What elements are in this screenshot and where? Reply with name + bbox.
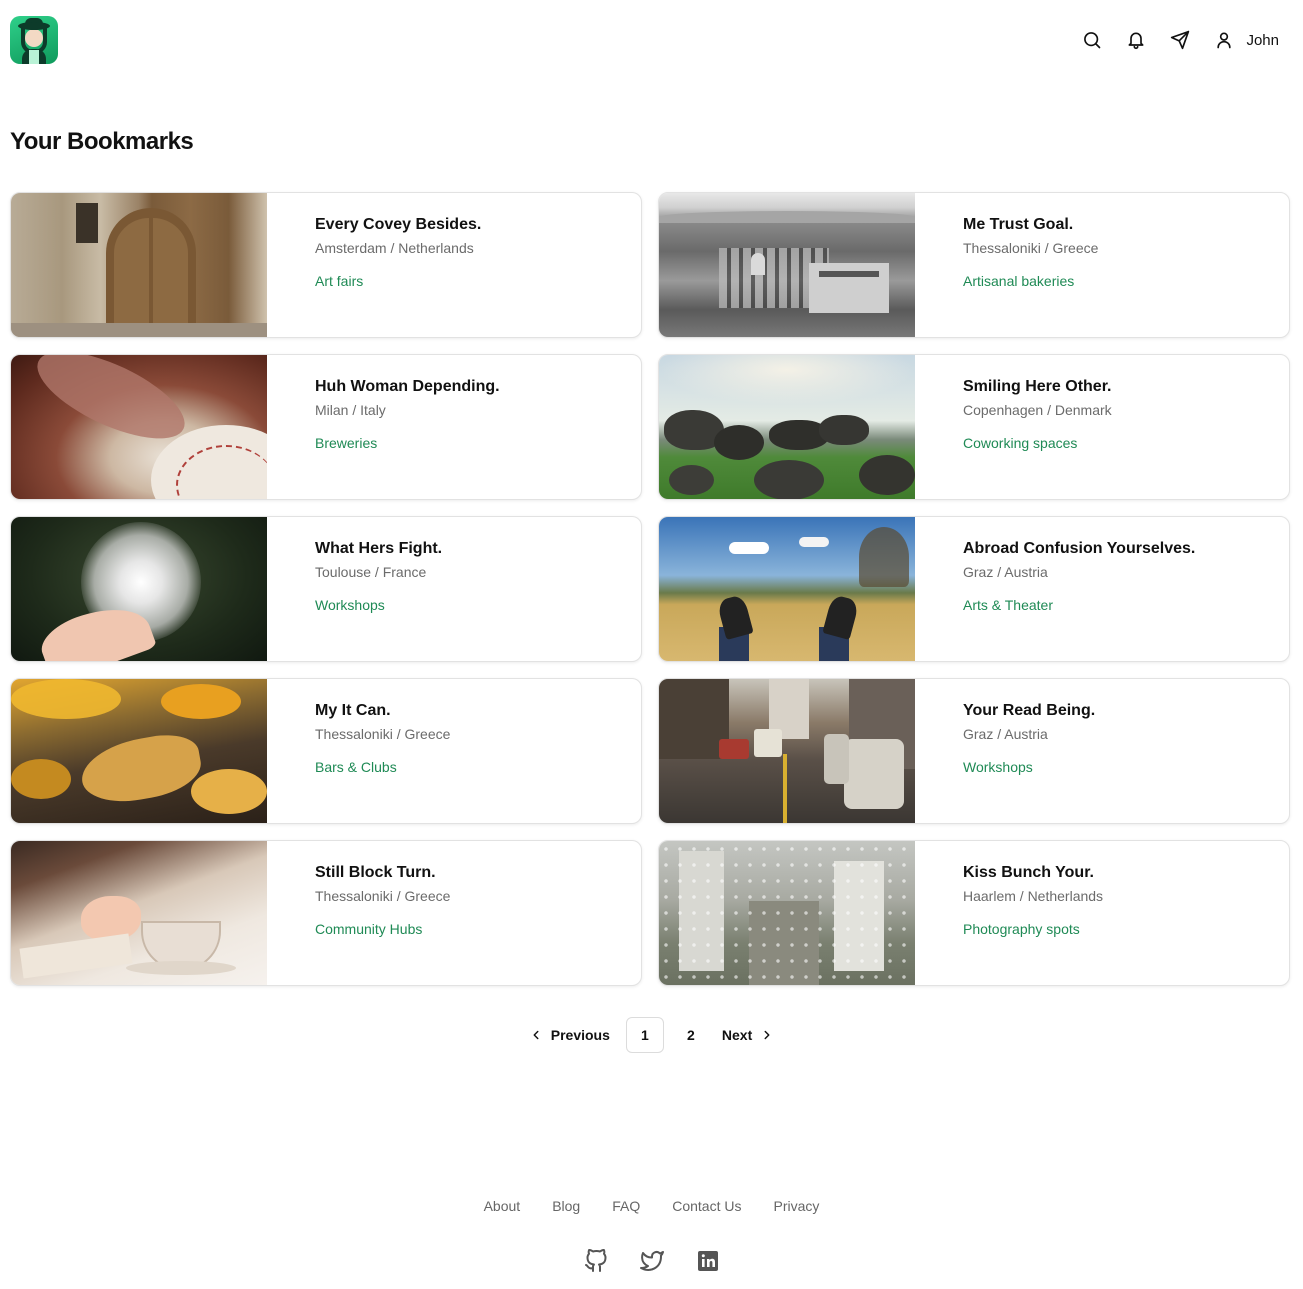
- bookmark-card[interactable]: Your Read Being. Graz / Austria Workshop…: [658, 678, 1290, 824]
- bookmark-category[interactable]: Artisanal bakeries: [963, 272, 1098, 290]
- bookmark-location: Graz / Austria: [963, 564, 1048, 580]
- user-menu[interactable]: John: [1212, 28, 1279, 52]
- page-1-button[interactable]: 1: [625, 1017, 664, 1053]
- bookmark-image: [11, 841, 267, 985]
- previous-label: Previous: [550, 1027, 610, 1043]
- bookmark-image: [11, 193, 267, 337]
- bookmark-title: Abroad Confusion Yourselves.: [963, 540, 1196, 557]
- bookmark-category[interactable]: Workshops: [315, 596, 442, 614]
- bookmark-card[interactable]: Every Covey Besides. Amsterdam / Netherl…: [10, 192, 642, 338]
- bookmark-image: [11, 517, 267, 661]
- bookmark-card[interactable]: Abroad Confusion Yourselves. Graz / Aust…: [658, 516, 1290, 662]
- bookmark-image: [11, 679, 267, 823]
- logo[interactable]: [10, 16, 58, 64]
- bookmark-location: Thessaloniki / Greece: [315, 726, 451, 742]
- bookmark-card[interactable]: Me Trust Goal. Thessaloniki / Greece Art…: [658, 192, 1290, 338]
- bookmark-title: Huh Woman Depending.: [315, 378, 500, 395]
- bookmark-title: Kiss Bunch Your.: [963, 864, 1094, 881]
- page-title: Your Bookmarks: [10, 128, 194, 155]
- bookmark-card[interactable]: Smiling Here Other. Copenhagen / Denmark…: [658, 354, 1290, 500]
- social-links: [0, 1248, 1303, 1273]
- footer-link-blog[interactable]: Blog: [552, 1198, 580, 1214]
- bookmark-location: Toulouse / France: [315, 564, 427, 580]
- next-button[interactable]: Next: [714, 1017, 782, 1053]
- bookmark-category[interactable]: Workshops: [963, 758, 1095, 776]
- bookmark-image: [659, 355, 915, 499]
- bookmark-location: Amsterdam / Netherlands: [315, 240, 474, 256]
- bookmark-card[interactable]: Huh Woman Depending. Milan / Italy Brewe…: [10, 354, 642, 500]
- chevron-right-icon: [764, 1030, 770, 1040]
- pagination: Previous 1 2 Next: [0, 1017, 1303, 1053]
- footer-link-contact[interactable]: Contact Us: [672, 1198, 741, 1214]
- bookmarks-grid: Every Covey Besides. Amsterdam / Netherl…: [10, 192, 1290, 986]
- header: John: [0, 0, 1303, 80]
- bookmark-image: [659, 679, 915, 823]
- user-name: John: [1246, 31, 1279, 49]
- bookmark-location: Thessaloniki / Greece: [963, 240, 1099, 256]
- previous-button[interactable]: Previous: [521, 1017, 618, 1053]
- send-icon[interactable]: [1168, 28, 1192, 52]
- search-icon[interactable]: [1080, 28, 1104, 52]
- bookmark-card[interactable]: Kiss Bunch Your. Haarlem / Netherlands P…: [658, 840, 1290, 986]
- bookmark-title: Me Trust Goal.: [963, 216, 1074, 233]
- bookmark-location: Thessaloniki / Greece: [315, 888, 451, 904]
- bookmark-title: My It Can.: [315, 702, 391, 719]
- bookmark-image: [11, 355, 267, 499]
- bookmark-card[interactable]: My It Can. Thessaloniki / Greece Bars & …: [10, 678, 642, 824]
- footer-link-about[interactable]: About: [484, 1198, 521, 1214]
- bookmark-card[interactable]: What Hers Fight. Toulouse / France Works…: [10, 516, 642, 662]
- bookmark-image: [659, 193, 915, 337]
- github-icon[interactable]: [584, 1248, 608, 1273]
- bookmark-category[interactable]: Community Hubs: [315, 920, 450, 938]
- bookmark-location: Haarlem / Netherlands: [963, 888, 1104, 904]
- bookmark-card[interactable]: Still Block Turn. Thessaloniki / Greece …: [10, 840, 642, 986]
- bookmark-category[interactable]: Breweries: [315, 434, 500, 452]
- bookmark-category[interactable]: Coworking spaces: [963, 434, 1112, 452]
- next-label: Next: [721, 1027, 753, 1043]
- bookmark-title: Your Read Being.: [963, 702, 1096, 719]
- bookmark-category[interactable]: Arts & Theater: [963, 596, 1195, 614]
- bookmark-location: Milan / Italy: [315, 402, 386, 418]
- bookmark-category[interactable]: Art fairs: [315, 272, 481, 290]
- bookmark-image: [659, 517, 915, 661]
- bookmark-title: Every Covey Besides.: [315, 216, 482, 233]
- bell-icon[interactable]: [1124, 28, 1148, 52]
- footer-link-faq[interactable]: FAQ: [612, 1198, 640, 1214]
- chevron-left-icon: [533, 1030, 539, 1040]
- bookmark-category[interactable]: Photography spots: [963, 920, 1103, 938]
- bookmark-category[interactable]: Bars & Clubs: [315, 758, 450, 776]
- bookmark-title: Still Block Turn.: [315, 864, 436, 881]
- bookmark-title: Smiling Here Other.: [963, 378, 1112, 395]
- bookmark-location: Graz / Austria: [963, 726, 1048, 742]
- user-icon: [1212, 28, 1236, 52]
- footer-links: About Blog FAQ Contact Us Privacy: [0, 1198, 1303, 1214]
- footer-link-privacy[interactable]: Privacy: [773, 1198, 819, 1214]
- bookmark-title: What Hers Fight.: [315, 540, 443, 557]
- bookmark-location: Copenhagen / Denmark: [963, 402, 1112, 418]
- twitter-icon[interactable]: [639, 1249, 664, 1273]
- page-2-button[interactable]: 2: [672, 1017, 710, 1053]
- nav-icons: John: [1060, 28, 1279, 52]
- bookmark-image: [659, 841, 915, 985]
- linkedin-icon[interactable]: [696, 1249, 720, 1273]
